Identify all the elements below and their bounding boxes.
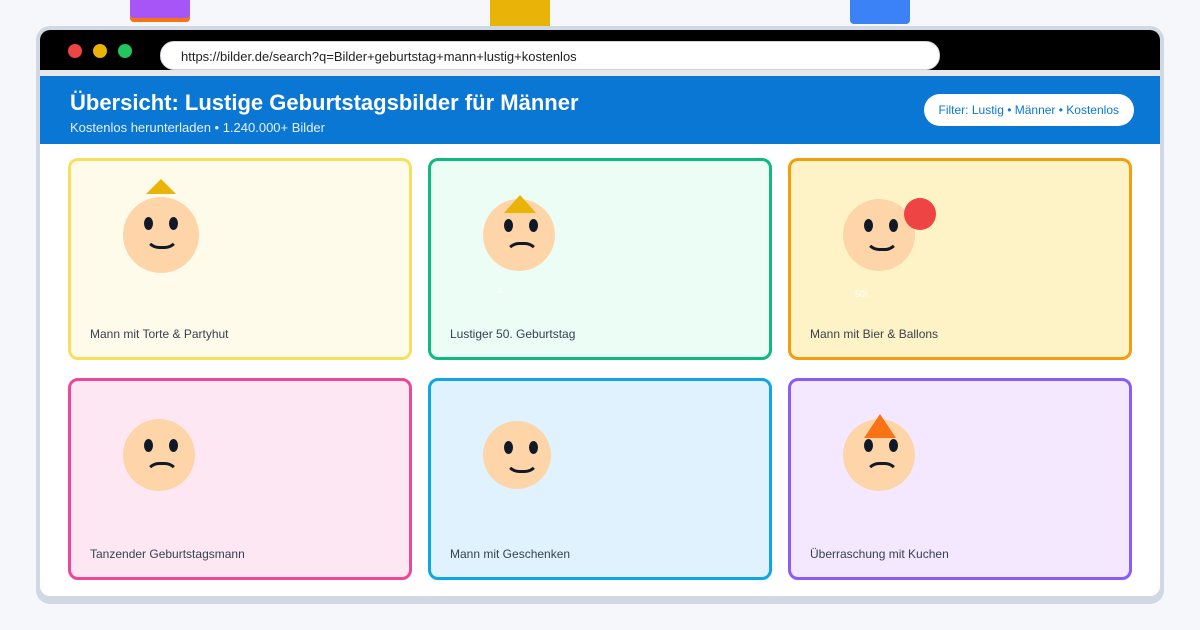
maximize-window-button[interactable]	[118, 44, 132, 58]
card-caption: Mann mit Torte & Partyhut	[90, 327, 229, 341]
card-caption: Mann mit Geschenken	[450, 547, 571, 561]
image-card[interactable]: Tanzender Geburtstagsmann	[68, 378, 412, 580]
browser-titlebar: https://bilder.de/search?q=Bilder+geburt…	[40, 30, 1160, 70]
image-card[interactable]: Mann mit Geschenken	[428, 378, 772, 580]
image-card[interactable]: 50! Mann mit Bier & Ballons	[788, 158, 1132, 360]
close-window-button[interactable]	[68, 44, 82, 58]
page-title: Übersicht: Lustige Geburtstagsbilder für…	[70, 90, 579, 115]
window-controls	[68, 44, 132, 58]
smiling-face-icon	[483, 421, 551, 489]
frowning-face-icon	[123, 419, 195, 491]
image-card[interactable]: Mann mit Torte & Partyhut	[68, 158, 412, 360]
card-caption: Tanzender Geburtstagsmann	[90, 547, 245, 561]
balloon-icon	[904, 198, 936, 230]
filter-pill[interactable]: Filter: Lustig • Männer • Kostenlos	[923, 94, 1134, 126]
page-subtitle: Kostenlos herunterladen • 1.240.000+ Bil…	[70, 120, 325, 135]
browser-window: https://bilder.de/search?q=Bilder+geburt…	[36, 26, 1164, 604]
page-header: Übersicht: Lustige Geburtstagsbilder für…	[40, 76, 1160, 144]
party-hat-icon	[504, 195, 536, 213]
card-caption: Überraschung mit Kuchen	[810, 547, 949, 561]
image-card[interactable]: x Lustiger 50. Geburtstag	[428, 158, 772, 360]
card-caption: Mann mit Bier & Ballons	[810, 327, 939, 341]
tab-decoration-blue	[850, 0, 910, 24]
image-grid: Mann mit Torte & Partyhut x Lustiger 50.…	[68, 158, 1132, 580]
browser-content: https://bilder.de/search?q=Bilder+geburt…	[40, 30, 1160, 596]
tab-decoration-purple	[130, 0, 190, 22]
minimize-window-button[interactable]	[93, 44, 107, 58]
card-extra-text: x	[498, 285, 503, 295]
image-card[interactable]: Überraschung mit Kuchen	[788, 378, 1132, 580]
party-hat-icon	[864, 414, 896, 438]
address-bar[interactable]: https://bilder.de/search?q=Bilder+geburt…	[160, 41, 940, 70]
card-extra-text: 50!	[855, 289, 868, 299]
party-hat-icon	[146, 179, 176, 194]
smiling-face-icon	[123, 197, 199, 273]
card-caption: Lustiger 50. Geburtstag	[450, 327, 576, 341]
